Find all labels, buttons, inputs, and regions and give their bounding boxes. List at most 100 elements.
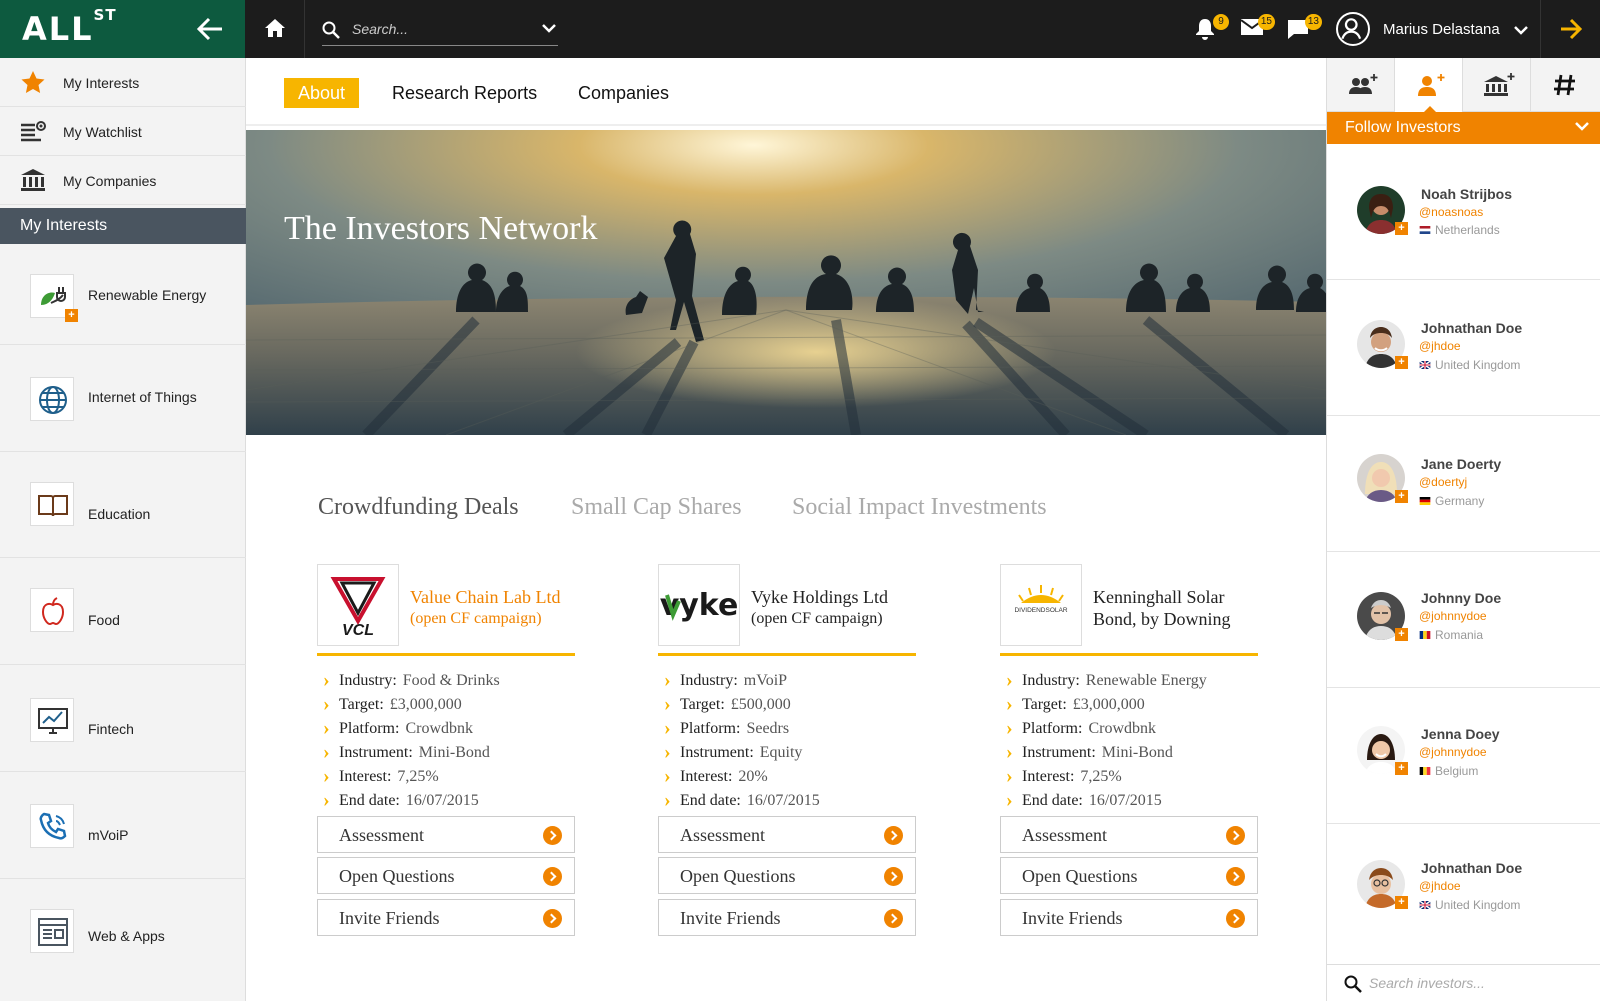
messages-button[interactable]: 15 — [1240, 14, 1275, 42]
arrow-circle-icon — [1226, 909, 1245, 928]
add-badge-icon[interactable]: + — [65, 309, 78, 322]
deal-facts: Industry:Food & Drinks Target:£3,000,000… — [317, 669, 575, 816]
tab-follow-companies[interactable] — [1463, 58, 1531, 112]
tab-research-reports[interactable]: Research Reports — [392, 78, 537, 108]
arrow-circle-icon — [884, 909, 903, 928]
category-crowdfunding-deals[interactable]: Crowdfunding Deals — [318, 494, 519, 521]
notifications-button[interactable]: 9 — [1195, 14, 1229, 42]
logout-button[interactable] — [1540, 0, 1600, 58]
arrow-circle-icon — [884, 826, 903, 845]
browser-icon — [38, 918, 68, 946]
hero-banner: The Investors Network — [246, 130, 1326, 435]
open-questions-button[interactable]: Open Questions — [1000, 857, 1258, 894]
fact-end-date: End date:16/07/2015 — [317, 789, 575, 816]
invite-friends-button[interactable]: Invite Friends — [317, 899, 575, 936]
tab-companies[interactable]: Companies — [578, 78, 669, 108]
chat-button[interactable]: 13 — [1288, 14, 1322, 42]
deal-header[interactable]: VCL Value Chain Lab Ltd (open CF campaign… — [317, 564, 575, 656]
interest-food[interactable]: Food — [0, 558, 246, 665]
right-sidebar: Follow Investors + Noah Strijbos @noasno… — [1326, 58, 1600, 1001]
follow-plus-icon[interactable]: + — [1395, 762, 1408, 775]
assessment-button[interactable]: Assessment — [658, 816, 916, 853]
book-icon — [38, 495, 68, 517]
tab-follow-hashtags[interactable] — [1531, 58, 1599, 112]
bank-add-icon — [1484, 73, 1515, 96]
chart-monitor-icon — [38, 708, 68, 734]
apple-icon — [41, 597, 65, 626]
hero-title: The Investors Network — [284, 210, 598, 247]
flag-germany-icon — [1419, 497, 1431, 505]
hashtag-icon — [1554, 74, 1575, 96]
assessment-button[interactable]: Assessment — [1000, 816, 1258, 853]
company-logo: DIVIDENDSOLAR — [1000, 564, 1082, 646]
search-dropdown-chevron-icon[interactable] — [542, 24, 556, 33]
fact-interest: Interest:20% — [658, 765, 916, 792]
deal-facts: Industry:mVoiP Target:£500,000 Platform:… — [658, 669, 916, 816]
watchlist-icon — [21, 121, 46, 142]
interest-web-apps[interactable]: Web & Apps — [0, 879, 246, 1001]
bank-icon — [21, 169, 45, 191]
flag-united-kingdom-icon — [1419, 361, 1431, 369]
hero-image — [246, 130, 1326, 435]
investor-card[interactable]: + Johnathan Doe @jhdoe United Kingdom — [1327, 280, 1600, 416]
interest-internet-of-things[interactable]: Internet of Things — [0, 345, 246, 452]
fact-industry: Industry:Food & Drinks — [317, 669, 575, 696]
flag-belgium-icon — [1419, 767, 1431, 775]
bell-icon — [1196, 19, 1214, 40]
follow-plus-icon[interactable]: + — [1395, 490, 1408, 503]
investor-card[interactable]: + Noah Strijbos @noasnoas Netherlands — [1327, 144, 1600, 280]
left-sidebar: My Interests My Watchlist My Companies M… — [0, 58, 246, 1001]
phone-icon — [39, 812, 67, 840]
open-questions-button[interactable]: Open Questions — [658, 857, 916, 894]
user-name: Marius Delastana — [1383, 21, 1500, 38]
fact-end-date: End date:16/07/2015 — [658, 789, 916, 816]
follow-plus-icon[interactable]: + — [1395, 222, 1408, 235]
search-icon — [322, 21, 340, 39]
dividend-solar-logo-icon: DIVIDENDSOLAR — [1014, 585, 1068, 614]
follow-plus-icon[interactable]: + — [1395, 896, 1408, 909]
tab-follow-investors[interactable] — [1395, 58, 1463, 113]
back-arrow-icon[interactable] — [196, 16, 224, 42]
investor-card[interactable]: + Jane Doerty @doertyj Germany — [1327, 416, 1600, 552]
follow-plus-icon[interactable]: + — [1395, 356, 1408, 369]
investor-card[interactable]: + Jenna Doey @johnnydoe Belgium — [1327, 688, 1600, 824]
invite-friends-button[interactable]: Invite Friends — [658, 899, 916, 936]
arrow-circle-icon — [1226, 867, 1245, 886]
user-avatar-icon — [1336, 12, 1370, 46]
sidebar-item-my-companies[interactable]: My Companies — [0, 156, 246, 205]
global-search — [322, 14, 558, 46]
open-questions-button[interactable]: Open Questions — [317, 857, 575, 894]
star-icon — [21, 71, 45, 93]
home-button[interactable] — [245, 0, 305, 58]
chevron-down-icon — [1514, 26, 1528, 35]
assessment-button[interactable]: Assessment — [317, 816, 575, 853]
fact-platform: Platform:Seedrs — [658, 717, 916, 744]
deal-header[interactable]: DIVIDENDSOLAR Kenninghall Solar Bond, by … — [1000, 564, 1258, 656]
tab-about[interactable]: About — [284, 78, 360, 108]
search-input[interactable] — [352, 18, 522, 40]
vcl-logo-icon: VCL — [330, 577, 386, 639]
deal-header[interactable]: vyke Vyke Holdings Ltd (open CF campaign) — [658, 564, 916, 656]
invite-friends-button[interactable]: Invite Friends — [1000, 899, 1258, 936]
investor-card[interactable]: + Johnny Doe @johnnydoe Romania — [1327, 552, 1600, 688]
follow-investors-header[interactable]: Follow Investors — [1327, 112, 1600, 144]
follow-plus-icon[interactable]: + — [1395, 628, 1408, 641]
sidebar-item-my-watchlist[interactable]: My Watchlist — [0, 107, 246, 156]
interest-icon-box — [30, 482, 74, 526]
interest-fintech[interactable]: Fintech — [0, 665, 246, 772]
interest-mvoip[interactable]: mVoiP — [0, 772, 246, 879]
category-small-cap-shares[interactable]: Small Cap Shares — [571, 494, 742, 521]
messages-badge: 15 — [1257, 14, 1275, 30]
investor-card[interactable]: + Johnathan Doe @jhdoe United Kingdom — [1327, 824, 1600, 964]
interest-renewable-energy[interactable]: + Renewable Energy — [0, 244, 246, 345]
interest-icon-box — [30, 804, 74, 848]
arrow-circle-icon — [1226, 826, 1245, 845]
app-logo[interactable]: ALLST — [22, 6, 117, 48]
fact-industry: Industry:mVoiP — [658, 669, 916, 696]
interest-icon-box: + — [30, 274, 78, 322]
interest-education[interactable]: Education — [0, 452, 246, 558]
category-social-impact-investments[interactable]: Social Impact Investments — [792, 494, 1047, 521]
sidebar-item-my-interests[interactable]: My Interests — [0, 58, 246, 107]
tab-follow-groups[interactable] — [1327, 58, 1395, 112]
investor-search-input[interactable] — [1369, 973, 1589, 993]
